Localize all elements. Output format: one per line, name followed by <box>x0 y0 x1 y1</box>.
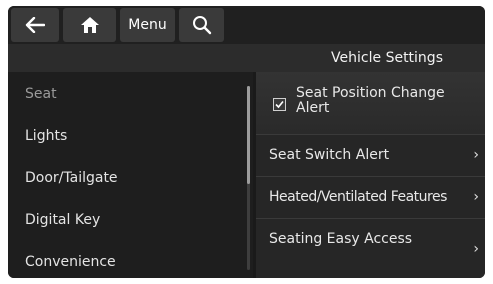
menu-button[interactable]: Menu <box>120 8 175 42</box>
seat-settings-list: Seat Position Change Alert Seat Switch A… <box>256 72 485 278</box>
home-button[interactable] <box>63 8 116 42</box>
category-item-lights[interactable]: Lights <box>25 128 67 144</box>
category-item-digital-key[interactable]: Digital Key <box>25 212 100 228</box>
category-item-door-tailgate[interactable]: Door/Tailgate <box>25 170 118 186</box>
category-item-convenience[interactable]: Convenience <box>25 254 116 270</box>
top-bar: Menu <box>8 6 485 44</box>
seat-switch-alert-row[interactable]: Seat Switch Alert › <box>256 135 485 177</box>
search-icon <box>192 15 212 35</box>
seat-position-change-alert-label: Seat Position Change Alert <box>296 85 445 116</box>
back-button[interactable] <box>11 8 59 42</box>
seating-easy-access-row[interactable]: Seating Easy Access › <box>256 219 485 278</box>
settings-category-list: Seat Lights Door/Tailgate Digital Key Co… <box>8 72 253 278</box>
seat-position-change-alert-row[interactable]: Seat Position Change Alert <box>256 72 485 135</box>
heated-ventilated-features-label: Heated/Ventilated Features <box>269 189 447 205</box>
header-bar: Vehicle Settings <box>8 44 485 72</box>
search-button[interactable] <box>179 8 224 42</box>
seat-switch-alert-label: Seat Switch Alert <box>269 147 390 163</box>
home-icon <box>80 16 100 34</box>
scrollbar-thumb[interactable] <box>247 86 250 184</box>
page-title: Vehicle Settings <box>331 50 443 66</box>
infotainment-screen: Menu Vehicle Settings Seat Lights Door/T… <box>8 6 485 278</box>
heated-ventilated-features-row[interactable]: Heated/Ventilated Features › <box>256 177 485 219</box>
category-item-seat[interactable]: Seat <box>25 86 57 102</box>
chevron-right-icon: › <box>473 241 479 257</box>
seat-position-change-alert-checkbox[interactable] <box>273 98 286 111</box>
chevron-right-icon: › <box>473 147 479 163</box>
chevron-right-icon: › <box>473 189 479 205</box>
menu-label: Menu <box>128 17 167 33</box>
back-arrow-icon <box>25 17 45 33</box>
seating-easy-access-label: Seating Easy Access <box>269 231 413 247</box>
